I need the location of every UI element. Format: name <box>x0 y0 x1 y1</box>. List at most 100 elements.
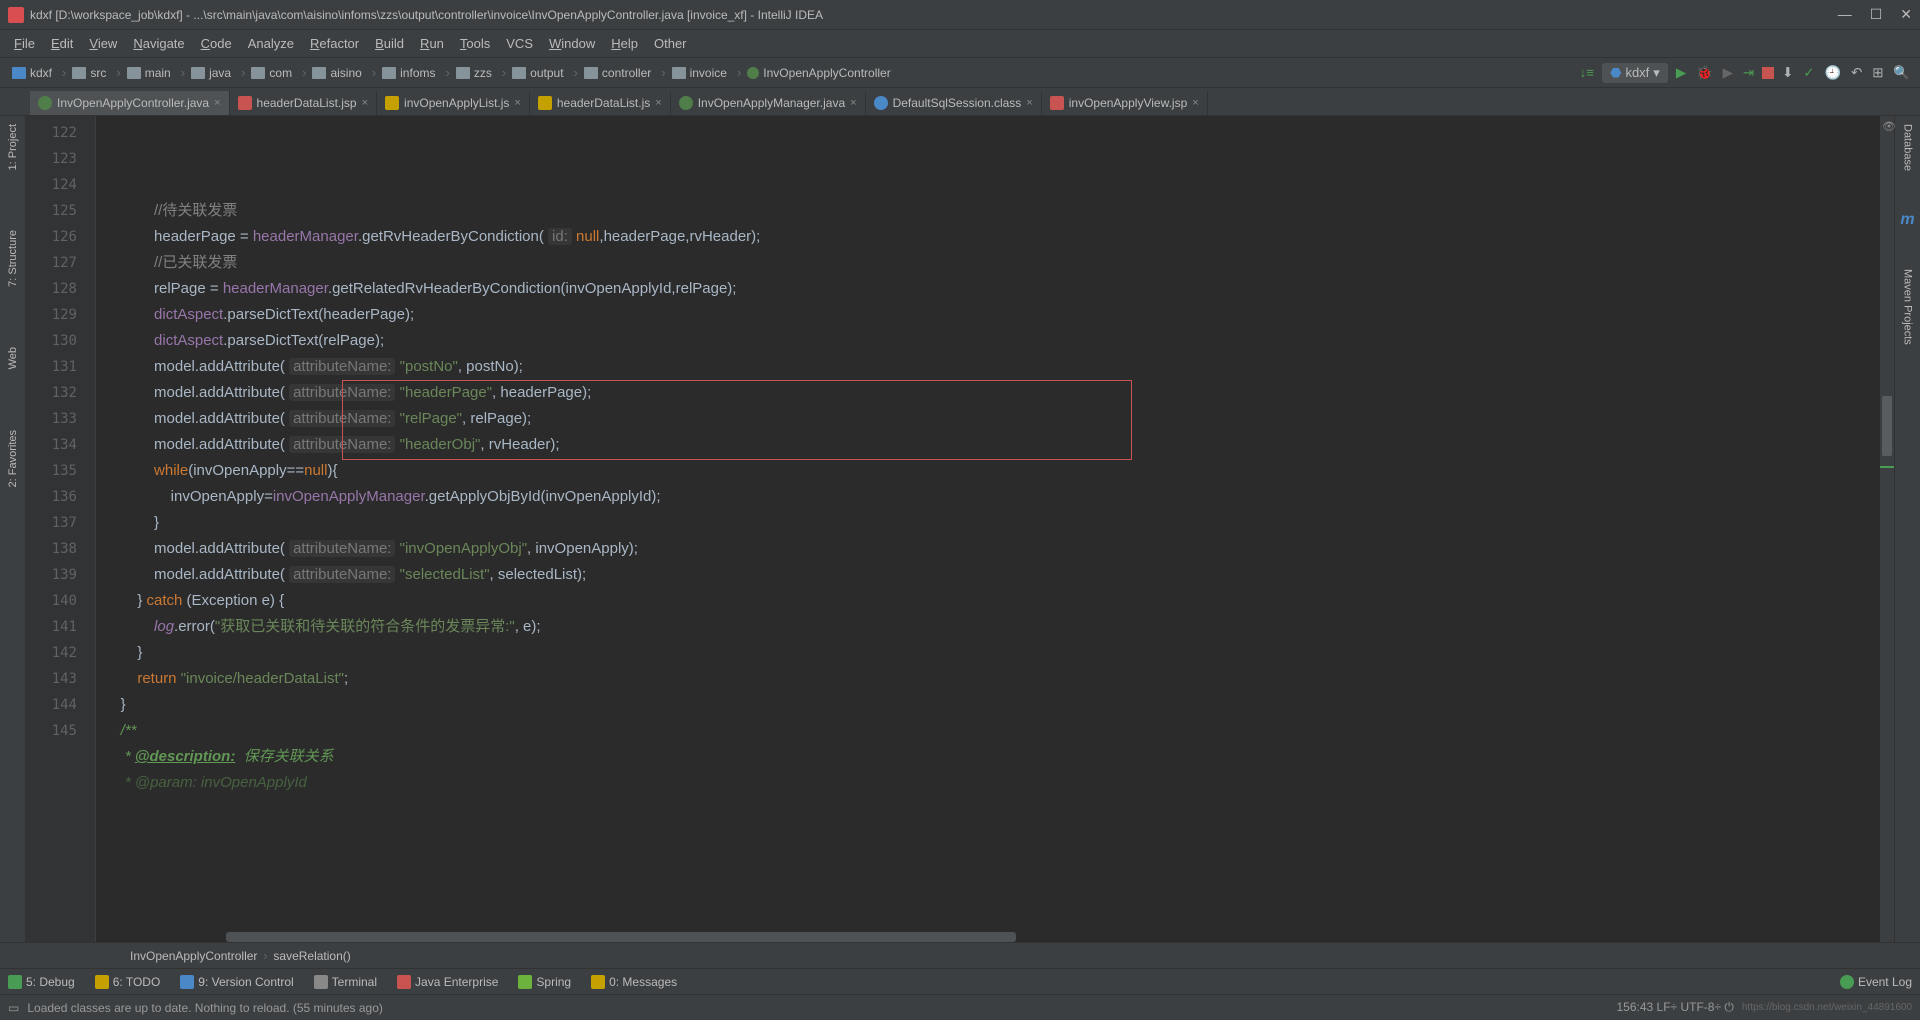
breadcrumb-kdxf[interactable]: kdxf <box>8 64 56 82</box>
attach-button[interactable]: ⇥ <box>1741 63 1756 83</box>
code-line[interactable]: model.addAttribute( attributeName: "sele… <box>96 562 1880 588</box>
code-line[interactable]: model.addAttribute( attributeName: "head… <box>96 432 1880 458</box>
tab-invOpenApplyList-js[interactable]: invOpenApplyList.js× <box>377 91 530 115</box>
code-line[interactable]: } <box>96 692 1880 718</box>
horizontal-scrollbar[interactable] <box>226 932 1016 942</box>
tool-jee[interactable]: Java Enterprise <box>397 975 498 989</box>
menu-file[interactable]: File <box>8 34 41 53</box>
tool-debug[interactable]: 5: Debug <box>8 975 75 989</box>
tool-messages[interactable]: 0: Messages <box>591 975 677 989</box>
tab-invOpenApplyView-jsp[interactable]: invOpenApplyView.jsp× <box>1042 91 1208 115</box>
build-button[interactable]: ↓≡ <box>1578 63 1596 82</box>
editor-scrollbar[interactable]: 👁 <box>1880 116 1894 942</box>
close-tab-icon[interactable]: × <box>850 97 856 109</box>
tab-headerDataList-jsp[interactable]: headerDataList.jsp× <box>230 91 378 115</box>
search-everywhere-button[interactable]: 🔍 <box>1891 63 1912 83</box>
tool-terminal[interactable]: Terminal <box>314 975 377 989</box>
minimize-button[interactable]: — <box>1838 6 1852 23</box>
code-line[interactable]: model.addAttribute( attributeName: "head… <box>96 380 1880 406</box>
menu-build[interactable]: Build <box>369 34 410 53</box>
breadcrumb-src[interactable]: src <box>68 64 110 82</box>
code-line[interactable]: //已关联发票 <box>96 250 1880 276</box>
code-line[interactable]: } <box>96 640 1880 666</box>
code-line[interactable]: dictAspect.parseDictText(relPage); <box>96 328 1880 354</box>
code-line[interactable]: while(invOpenApply==null){ <box>96 458 1880 484</box>
code-line[interactable]: /** <box>96 718 1880 744</box>
breadcrumb-class[interactable]: InvOpenApplyController <box>130 949 257 963</box>
right-tool-maven[interactable]: Maven Projects <box>1902 269 1914 345</box>
tool-eventlog[interactable]: Event Log <box>1840 975 1912 989</box>
tab-DefaultSqlSession-class[interactable]: DefaultSqlSession.class× <box>866 91 1042 115</box>
stop-button[interactable] <box>1762 67 1774 79</box>
menu-code[interactable]: Code <box>195 34 238 53</box>
tool-vcs[interactable]: 9: Version Control <box>180 975 293 989</box>
menu-edit[interactable]: Edit <box>45 34 79 53</box>
code-line[interactable]: log.error("获取已关联和待关联的符合条件的发票异常:", e); <box>96 614 1880 640</box>
close-tab-icon[interactable]: × <box>362 97 368 109</box>
breadcrumb-zzs[interactable]: zzs <box>452 64 496 82</box>
inspection-eye-icon[interactable]: 👁 <box>1882 120 1896 133</box>
run-config-selector[interactable]: ⬣kdxf ▾ <box>1602 63 1668 83</box>
right-tool-database[interactable]: Database <box>1902 124 1914 171</box>
code-line[interactable]: } catch (Exception e) { <box>96 588 1880 614</box>
code-line[interactable]: relPage = headerManager.getRelatedRvHead… <box>96 276 1880 302</box>
status-position[interactable]: 156:43 LF÷ UTF-8÷ ⏻ <box>1617 1000 1734 1015</box>
left-tool-7--structure[interactable]: 7: Structure <box>7 230 19 287</box>
code-line[interactable]: invOpenApply=invOpenApplyManager.getAppl… <box>96 484 1880 510</box>
menu-run[interactable]: Run <box>414 34 450 53</box>
breadcrumb-aisino[interactable]: aisino <box>308 64 365 82</box>
code-line[interactable]: return "invoice/headerDataList"; <box>96 666 1880 692</box>
menu-tools[interactable]: Tools <box>454 34 496 53</box>
menu-other[interactable]: Other <box>648 34 693 53</box>
breadcrumb-invoice[interactable]: invoice <box>668 64 731 82</box>
close-tab-icon[interactable]: × <box>514 97 520 109</box>
run-coverage-button[interactable]: ▶ <box>1721 63 1735 83</box>
close-button[interactable]: ✕ <box>1900 6 1912 23</box>
debug-button[interactable]: 🐞 <box>1694 63 1715 83</box>
close-tab-icon[interactable]: × <box>214 97 220 109</box>
breadcrumb-InvOpenApplyController[interactable]: InvOpenApplyController <box>743 64 894 82</box>
breadcrumb-controller[interactable]: controller <box>580 64 655 82</box>
close-tab-icon[interactable]: × <box>1192 97 1198 109</box>
code-line[interactable]: model.addAttribute( attributeName: "relP… <box>96 406 1880 432</box>
code-line[interactable]: model.addAttribute( attributeName: "post… <box>96 354 1880 380</box>
breadcrumb-output[interactable]: output <box>508 64 567 82</box>
code-line[interactable]: * @param: invOpenApplyId <box>96 770 1880 796</box>
left-tool-2--favorites[interactable]: 2: Favorites <box>7 430 19 487</box>
breadcrumb-main[interactable]: main <box>123 64 175 82</box>
code-line[interactable]: dictAspect.parseDictText(headerPage); <box>96 302 1880 328</box>
maximize-button[interactable]: ☐ <box>1870 6 1883 23</box>
menu-window[interactable]: Window <box>543 34 601 53</box>
ide-settings-button[interactable]: ⊞ <box>1870 63 1885 83</box>
run-button[interactable]: ▶ <box>1674 63 1688 83</box>
vcs-commit-button[interactable]: ✓ <box>1801 63 1816 83</box>
close-tab-icon[interactable]: × <box>1026 97 1032 109</box>
menu-analyze[interactable]: Analyze <box>242 34 300 53</box>
editor[interactable]: 122 123 124 125 126 127 128 129 130 131 … <box>26 116 1894 942</box>
left-tool-1--project[interactable]: 1: Project <box>7 124 19 170</box>
code-line[interactable]: headerPage = headerManager.getRvHeaderBy… <box>96 224 1880 250</box>
menu-refactor[interactable]: Refactor <box>304 34 365 53</box>
scrollbar-thumb[interactable] <box>1882 396 1892 456</box>
code-line[interactable]: * @description: 保存关联关系 <box>96 744 1880 770</box>
breadcrumb-java[interactable]: java <box>187 64 235 82</box>
vcs-history-button[interactable]: 🕘 <box>1822 63 1843 83</box>
tool-todo[interactable]: 6: TODO <box>95 975 161 989</box>
breadcrumb-com[interactable]: com <box>247 64 296 82</box>
menu-navigate[interactable]: Navigate <box>127 34 190 53</box>
tab-InvOpenApplyManager-java[interactable]: InvOpenApplyManager.java× <box>671 91 866 115</box>
menu-view[interactable]: View <box>83 34 123 53</box>
close-tab-icon[interactable]: × <box>655 97 661 109</box>
breadcrumb-method[interactable]: saveRelation() <box>273 949 350 963</box>
code-line[interactable]: //待关联发票 <box>96 198 1880 224</box>
tab-InvOpenApplyController-java[interactable]: InvOpenApplyController.java× <box>30 91 230 115</box>
code-line[interactable]: } <box>96 510 1880 536</box>
code-line[interactable]: model.addAttribute( attributeName: "invO… <box>96 536 1880 562</box>
breadcrumb-infoms[interactable]: infoms <box>378 64 439 82</box>
vcs-update-button[interactable]: ⬇ <box>1780 63 1795 83</box>
tool-spring[interactable]: Spring <box>518 975 571 989</box>
menu-help[interactable]: Help <box>605 34 644 53</box>
left-tool-web[interactable]: Web <box>7 347 19 369</box>
tab-headerDataList-js[interactable]: headerDataList.js× <box>530 91 671 115</box>
menu-vcs[interactable]: VCS <box>500 34 539 53</box>
